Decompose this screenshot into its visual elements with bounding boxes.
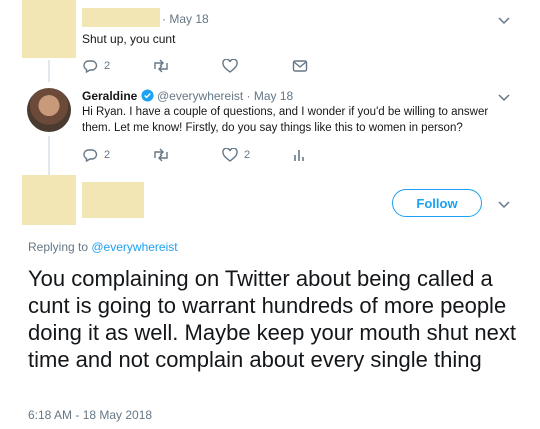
main-tweet-text: You complaining on Twitter about being c… [28,266,516,372]
like-icon [222,59,238,73]
retweet-icon [154,59,168,73]
analytics-button[interactable] [292,148,322,162]
replying-prefix: Replying to [28,240,92,254]
reply-button[interactable]: 2 [82,59,152,73]
reply-count: 2 [104,60,111,72]
tweet-actions: 2 [82,59,322,73]
tweet-time[interactable]: · May 18 [162,12,209,26]
redacted-avatar [22,175,76,225]
redacted-avatar [22,0,76,58]
tweet-timestamp[interactable]: 6:18 AM - 18 May 2018 [28,408,152,422]
tweet-text-line1: Hi Ryan. I have a couple of questions, a… [82,106,489,118]
retweet-button[interactable] [152,148,222,162]
retweet-icon [154,148,168,162]
follow-button[interactable]: Follow [392,189,482,217]
retweet-button[interactable] [152,59,222,73]
like-icon [222,148,238,162]
chevron-down-icon[interactable] [496,12,512,28]
tweet-actions: 2 2 [82,148,322,162]
verified-icon [141,89,154,102]
dm-icon [292,60,308,72]
replying-to: Replying to @everywhereist [28,240,178,254]
chevron-down-icon[interactable] [496,196,512,212]
reply-button[interactable]: 2 [82,148,152,162]
handle-time[interactable]: @everywhereist · May 18 [157,89,293,103]
reply-count: 2 [104,149,111,161]
like-count: 2 [244,149,251,161]
reply-icon [83,60,98,73]
reply-icon [83,149,98,162]
tweet-text: Shut up, you cunt [82,32,176,46]
dm-button[interactable] [292,59,322,73]
like-button[interactable]: 2 [222,148,292,162]
chevron-down-icon[interactable] [496,89,512,105]
like-button[interactable] [222,59,292,73]
redacted-name [82,8,160,27]
thread-line [48,60,50,82]
replying-handle-link[interactable]: @everywhereist [91,240,177,254]
analytics-icon [294,150,304,161]
tweet-text-line2: them. Let me know! Firstly, do you say t… [82,122,463,134]
thread-line [48,136,50,176]
author-name[interactable]: Geraldine [82,89,137,103]
avatar[interactable] [27,88,71,132]
redacted-name [82,182,144,218]
